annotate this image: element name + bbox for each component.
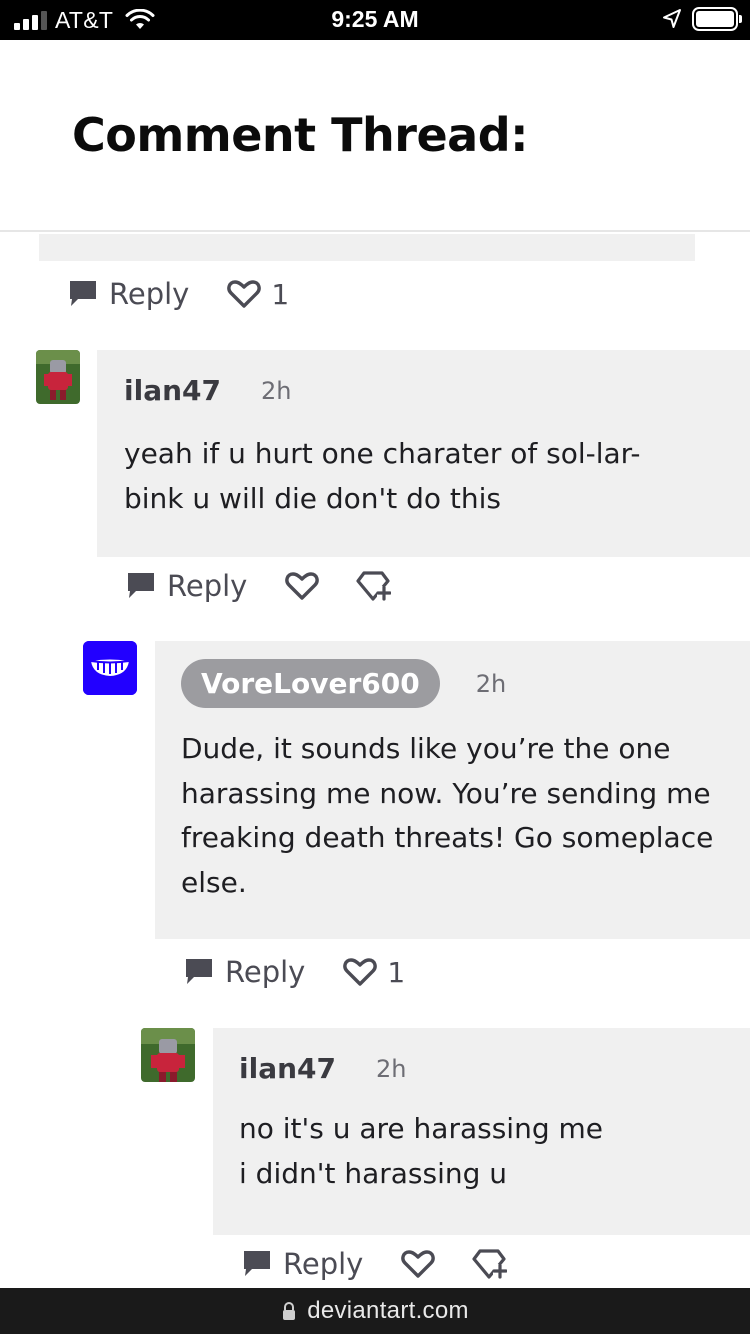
timestamp: 2h (261, 376, 292, 405)
like-button[interactable]: 1 (227, 278, 289, 311)
like-count: 1 (387, 955, 406, 989)
reply-button[interactable]: Reply (67, 277, 189, 311)
heart-icon (227, 280, 262, 308)
comment-text: yeah if u hurt one charater of sol-lar- … (124, 437, 641, 515)
comment-text: no it's u are harassing me i didn't hara… (239, 1112, 603, 1190)
comment-text: Dude, it sounds like you’re the one hara… (181, 732, 714, 899)
reply-button[interactable]: Reply (241, 1247, 363, 1281)
reply-button[interactable]: Reply (125, 569, 247, 603)
reply-label: Reply (167, 569, 248, 603)
comment-actions-top: Reply 1 (67, 274, 289, 314)
comment-actions: Reply 1 (183, 952, 405, 992)
comment-actions: Reply (125, 566, 392, 606)
comment-meta: ilan47 2h (239, 1052, 406, 1085)
grin-avatar-icon (83, 641, 137, 695)
like-button[interactable]: 1 (343, 956, 405, 989)
location-arrow-icon (663, 9, 681, 28)
comment-bubble-icon (128, 573, 154, 598)
avatar[interactable] (83, 641, 137, 695)
award-button[interactable] (355, 569, 392, 603)
username[interactable]: ilan47 (124, 374, 221, 407)
like-button[interactable] (285, 570, 320, 602)
comment-bubble-icon (70, 281, 96, 306)
reply-button[interactable]: Reply (183, 955, 305, 989)
username[interactable]: ilan47 (239, 1052, 336, 1085)
reply-label: Reply (225, 955, 306, 989)
like-count: 1 (271, 277, 290, 311)
comment-meta: ilan47 2h (124, 374, 291, 407)
robot-avatar-icon (36, 350, 80, 404)
timestamp: 2h (376, 1054, 407, 1083)
avatar[interactable] (141, 1028, 195, 1082)
comment-bubble-icon (244, 1251, 270, 1276)
heart-icon (401, 1250, 436, 1278)
page-title: Comment Thread: (72, 108, 529, 162)
avatar[interactable] (36, 350, 80, 404)
like-button[interactable] (401, 1248, 436, 1280)
award-button[interactable] (471, 1247, 508, 1281)
comment-bubble: ilan47 2h yeah if u hurt one charater of… (97, 350, 750, 557)
lock-icon (283, 1302, 296, 1320)
comment-actions: Reply (241, 1244, 508, 1284)
url-domain: deviantart.com (307, 1297, 469, 1324)
battery-fill (696, 11, 734, 27)
gem-plus-icon (472, 1249, 508, 1279)
gem-plus-icon (356, 571, 392, 601)
reply-label: Reply (283, 1247, 364, 1281)
thread-header: Comment Thread: (0, 40, 750, 232)
comment-bubble: VoreLover600 2h Dude, it sounds like you… (155, 641, 750, 939)
comment-meta: VoreLover600 2h (181, 659, 506, 708)
timestamp: 2h (475, 669, 507, 698)
comment-bubble: ilan47 2h no it's u are harassing me i d… (213, 1028, 750, 1235)
username-badge[interactable]: VoreLover600 (181, 659, 440, 708)
browser-url-bar[interactable]: deviantart.com (0, 1288, 750, 1334)
heart-icon (285, 572, 320, 600)
robot-avatar-icon (141, 1028, 195, 1082)
comment-bubble-icon (186, 959, 212, 984)
previous-comment-bubble (39, 234, 695, 261)
reply-label: Reply (109, 277, 190, 311)
clock: 9:25 AM (331, 6, 419, 32)
status-right (662, 7, 742, 31)
heart-icon (343, 958, 378, 986)
status-bar: AT&T 9:25 AM (0, 0, 750, 40)
battery-icon (692, 7, 742, 31)
comment-thread[interactable]: Reply 1 ilan47 2h yeah if u hurt one cha… (0, 234, 750, 1288)
